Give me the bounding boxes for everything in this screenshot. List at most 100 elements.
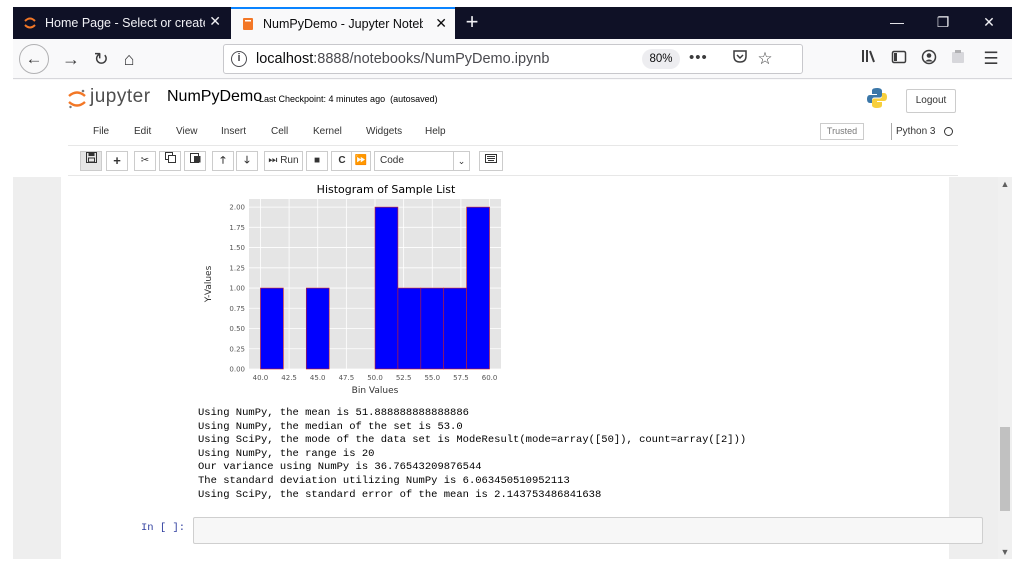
notebook-area: Histogram of Sample List 0.00 0.25 0.50 0.7… (13, 177, 1012, 559)
interrupt-button[interactable]: ■ (306, 151, 328, 171)
vertical-scrollbar[interactable]: ▲ ▼ (998, 177, 1012, 559)
sidebar-icon[interactable] (885, 45, 913, 73)
menu-view[interactable]: View (176, 126, 198, 137)
tab-title: Home Page - Select or create a notebook (45, 16, 205, 30)
x-tick-label: 40.0 (253, 374, 269, 382)
cell-type-select[interactable]: Code ⌄ (374, 151, 470, 171)
notebook-menubar: File Edit View Insert Cell Kernel Widget… (68, 120, 958, 146)
reload-icon: ↻ (93, 49, 109, 69)
menu-widgets[interactable]: Widgets (366, 126, 402, 137)
step-forward-icon: ⏭ (268, 155, 278, 166)
restart-kernel-button[interactable]: C (331, 151, 353, 171)
logout-button[interactable]: Logout (906, 89, 956, 113)
tab-close-icon[interactable]: ✕ (209, 13, 221, 30)
y-tick-label: 0.50 (229, 325, 245, 333)
pocket-icon[interactable] (729, 48, 751, 70)
navigation-toolbar: ← → ↻ ⌂ i localhost:8888/notebooks/NumPy… (13, 39, 1012, 79)
notebook-toolbar: + ✂ 🡑 🡓 ⏭ Run ■ C Code ⌄ ⏩ (68, 148, 958, 176)
tab-title: NumPyDemo - Jupyter Notebook (263, 17, 423, 31)
notebook-name[interactable]: NumPyDemo (167, 88, 262, 106)
notebook-container: Histogram of Sample List 0.00 0.25 0.50 0.7… (61, 177, 983, 559)
cut-button[interactable]: ✂ (134, 151, 156, 171)
info-icon[interactable]: i (231, 51, 247, 67)
scroll-up-icon[interactable]: ▲ (998, 177, 1012, 191)
cell-output: Using NumPy, the mean is 51.888888888888… (198, 407, 746, 502)
library-icon[interactable] (855, 45, 883, 73)
x-axis-ticks: 40.0 42.5 45.0 47.5 50.0 52.5 55.0 57.5 60.0 (253, 374, 498, 382)
save-button[interactable] (80, 151, 102, 171)
menu-cell[interactable]: Cell (271, 126, 288, 137)
zoom-level-button[interactable]: 80% (642, 49, 680, 69)
page-actions-button[interactable]: ••• (689, 49, 708, 66)
back-button[interactable]: ← (19, 44, 49, 74)
stop-icon: ■ (313, 155, 321, 166)
insert-cell-button[interactable]: + (106, 151, 128, 171)
x-tick-label: 57.5 (453, 374, 469, 382)
menu-insert[interactable]: Insert (221, 126, 246, 137)
back-icon: ← (25, 49, 43, 68)
menu-icon[interactable]: ☰ (977, 45, 1005, 73)
histogram-bar (374, 206, 399, 370)
fast-forward-icon: ⏩ (354, 155, 368, 166)
histogram-bar (260, 287, 284, 370)
extension-icon[interactable] (944, 45, 972, 73)
arrow-up-icon: 🡑 (220, 155, 226, 166)
minimize-button[interactable]: — (874, 7, 920, 39)
python-logo-icon (867, 88, 887, 108)
x-tick-label: 42.5 (281, 374, 297, 382)
browser-window: Home Page - Select or create a notebook … (13, 7, 1012, 559)
home-button[interactable]: ⌂ (115, 45, 143, 73)
url-bar[interactable]: i localhost:8888/notebooks/NumPyDemo.ipy… (223, 44, 803, 74)
trusted-indicator[interactable]: Trusted (820, 123, 864, 140)
command-palette-button[interactable] (479, 151, 503, 171)
y-tick-label: 1.00 (229, 285, 245, 293)
histogram-bar (305, 287, 330, 370)
restart-icon: C (338, 155, 346, 166)
jupyter-logo-icon (68, 89, 86, 109)
move-down-button[interactable]: 🡓 (236, 151, 258, 171)
y-tick-label: 0.25 (229, 345, 245, 353)
forward-button[interactable]: → (57, 45, 85, 73)
menu-help[interactable]: Help (425, 126, 446, 137)
restore-button[interactable]: ❐ (920, 7, 966, 39)
reload-button[interactable]: ↻ (87, 45, 115, 73)
y-tick-label: 1.25 (229, 264, 245, 272)
plus-icon: + (113, 153, 121, 168)
scroll-down-icon[interactable]: ▼ (998, 545, 1012, 559)
tab-strip: Home Page - Select or create a notebook … (13, 7, 1012, 39)
home-icon: ⌂ (123, 49, 135, 69)
paste-button[interactable] (184, 151, 206, 171)
web-page: jupyter NumPyDemo Last Checkpoint: 4 min… (13, 80, 1012, 559)
close-window-button[interactable]: ✕ (966, 7, 1012, 39)
tab-home-page[interactable]: Home Page - Select or create a notebook … (13, 7, 229, 39)
keyboard-icon (485, 154, 497, 163)
scrollbar-thumb[interactable] (1000, 427, 1010, 511)
copy-icon (164, 152, 176, 163)
forward-icon: → (62, 49, 80, 69)
copy-button[interactable] (159, 151, 181, 171)
account-icon[interactable] (915, 45, 943, 73)
bookmark-star-icon[interactable]: ☆ (754, 48, 776, 70)
tab-numpydemo[interactable]: NumPyDemo - Jupyter Notebook ✕ (231, 7, 455, 39)
output-line: Using SciPy, the mode of the data set is… (198, 434, 747, 447)
jupyter-logo[interactable]: jupyter (68, 86, 178, 112)
move-up-button[interactable]: 🡑 (212, 151, 234, 171)
menu-edit[interactable]: Edit (134, 126, 151, 137)
run-button[interactable]: ⏭ Run (264, 151, 303, 171)
jupyter-header: jupyter NumPyDemo Last Checkpoint: 4 min… (13, 80, 1012, 118)
tab-close-icon[interactable]: ✕ (435, 15, 447, 32)
arrow-down-icon: 🡓 (244, 155, 250, 166)
y-axis-ticks: 0.00 0.25 0.50 0.75 1.00 1.25 1.50 1.75 2.00 (229, 204, 245, 374)
menu-file[interactable]: File (93, 126, 109, 137)
menu-kernel[interactable]: Kernel (313, 126, 342, 137)
y-tick-label: 2.00 (229, 204, 245, 212)
new-tab-button[interactable]: + (459, 10, 485, 36)
url-text[interactable]: localhost:8888/notebooks/NumPyDemo.ipynb (256, 51, 549, 67)
input-prompt: In [ ]: (141, 522, 186, 534)
output-line: The standard deviation utilizing NumPy i… (198, 474, 570, 487)
output-line: Our variance using NumPy is 36.765432098… (198, 461, 482, 474)
x-tick-label: 55.0 (424, 374, 440, 382)
code-cell-input[interactable] (193, 517, 983, 544)
restart-run-all-button[interactable]: ⏩ (351, 151, 371, 171)
output-line: Using NumPy, the median of the set is 53… (198, 420, 463, 433)
